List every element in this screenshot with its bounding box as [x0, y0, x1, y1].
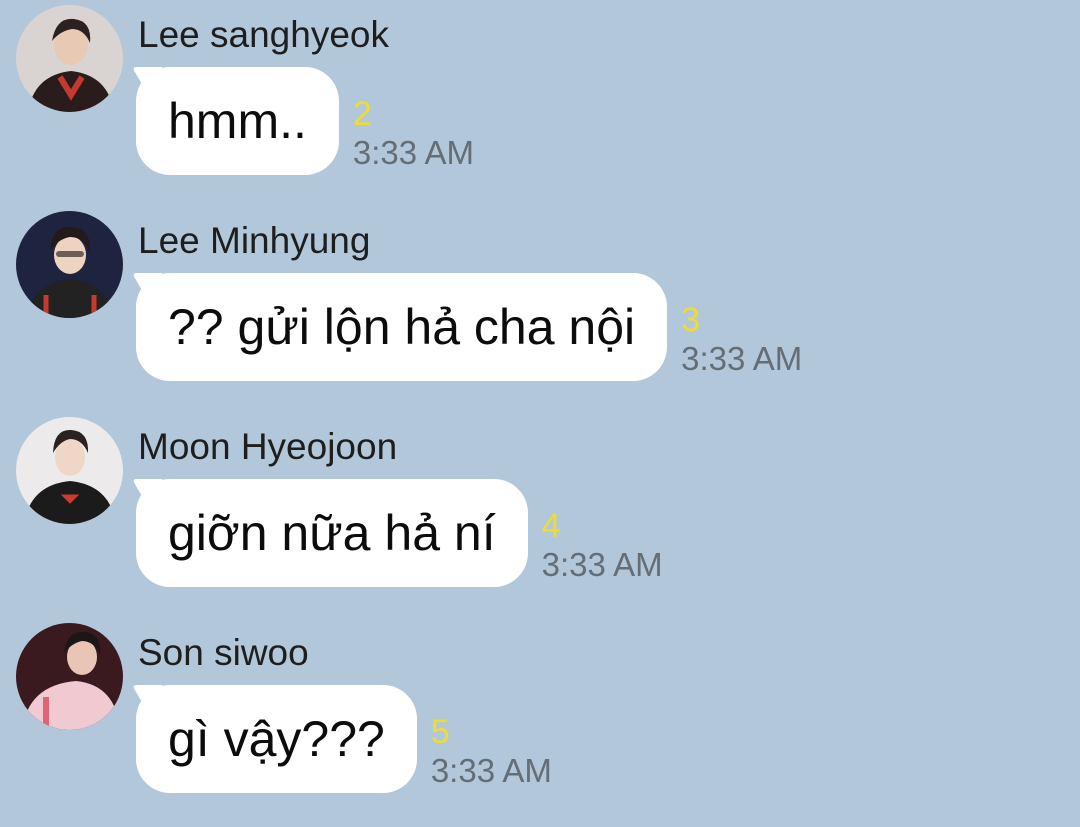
user-avatar-icon [16, 417, 123, 524]
message-bubble[interactable]: hmm.. [136, 67, 339, 175]
unread-count: 4 [541, 507, 561, 545]
message-time: 3:33 AM [681, 340, 803, 377]
sender-name: Moon Hyeojoon [138, 426, 398, 467]
sender-name: Lee Minhyung [138, 220, 371, 261]
sender-avatar[interactable] [16, 417, 123, 524]
sender-avatar[interactable] [16, 5, 123, 112]
unread-count: 2 [352, 95, 372, 133]
message-time: 3:33 AM [352, 134, 474, 171]
sender-avatar[interactable] [16, 623, 123, 730]
unread-count: 3 [681, 301, 701, 339]
sender-name: Lee sanghyeok [138, 14, 389, 55]
message-meta: 2 3:33 AM [353, 95, 474, 175]
user-avatar-icon [16, 623, 123, 730]
message-row: giỡn nữa hả ní 4 3:33 AM [136, 479, 663, 587]
message-meta: 5 3:33 AM [431, 713, 552, 793]
message-row: hmm.. 2 3:33 AM [136, 67, 474, 175]
message-bubble[interactable]: giỡn nữa hả ní [136, 479, 528, 587]
user-avatar-icon [16, 211, 123, 318]
user-avatar-icon [16, 5, 123, 112]
chat-message: Lee sanghyeok hmm.. 2 3:33 AM [0, 0, 1080, 200]
message-time: 3:33 AM [430, 752, 552, 789]
chat-message: Son siwoo gì vậy??? 5 3:33 AM [0, 618, 1080, 818]
sender-avatar[interactable] [16, 211, 123, 318]
chat-message: Moon Hyeojoon giỡn nữa hả ní 4 3:33 AM [0, 412, 1080, 612]
message-time: 3:33 AM [541, 546, 663, 583]
message-bubble[interactable]: ?? gửi lộn hả cha nội [136, 273, 668, 381]
message-row: gì vậy??? 5 3:33 AM [136, 685, 552, 793]
chat-message: Lee Minhyung ?? gửi lộn hả cha nội 3 3:3… [0, 206, 1080, 406]
message-bubble[interactable]: gì vậy??? [136, 685, 417, 793]
avatar-glasses [56, 251, 84, 257]
message-meta: 3 3:33 AM [681, 301, 802, 381]
sender-name: Son siwoo [138, 632, 309, 673]
unread-count: 5 [430, 713, 450, 751]
message-row: ?? gửi lộn hả cha nội 3 3:33 AM [136, 273, 802, 381]
message-meta: 4 3:33 AM [542, 507, 663, 587]
